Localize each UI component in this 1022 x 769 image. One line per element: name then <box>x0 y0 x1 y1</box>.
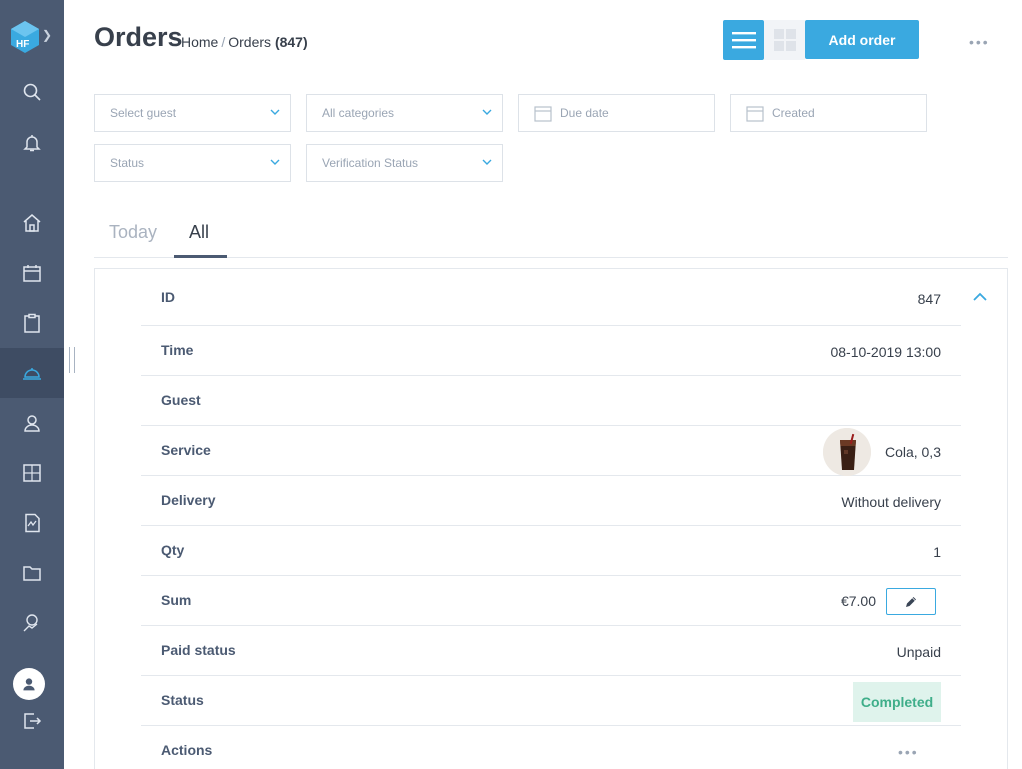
cloche-icon <box>23 368 41 380</box>
avatar-icon <box>23 678 35 691</box>
breadcrumb-separator: / <box>221 34 226 50</box>
order-row-status: Status <box>141 676 961 726</box>
chevron-down-icon <box>270 109 280 115</box>
status-select[interactable]: Status <box>94 144 291 182</box>
row-label: Sum <box>161 592 192 608</box>
grid-view-toggle[interactable] <box>764 20 805 60</box>
calendar-icon <box>746 105 764 122</box>
order-id-value: 847 <box>917 291 941 307</box>
report-icon <box>25 513 40 533</box>
tabs-divider <box>94 257 1008 258</box>
row-label: Service <box>161 442 211 458</box>
list-icon <box>731 32 756 49</box>
sidebar-item-finance[interactable] <box>0 598 64 648</box>
row-label: Paid status <box>161 642 236 658</box>
guest-select-placeholder: Select guest <box>110 106 177 120</box>
order-sum-value: €7.00 <box>840 593 876 609</box>
sidebar-item-orders[interactable] <box>0 348 64 398</box>
money-chart-icon <box>23 614 38 632</box>
sidebar-item-guests[interactable] <box>0 398 64 448</box>
order-qty-value: 1 <box>933 544 941 560</box>
order-paid-status-value: Unpaid <box>896 644 941 660</box>
order-row-delivery: Delivery Without delivery <box>141 476 961 526</box>
status-badge: Completed <box>853 682 941 722</box>
sidebar-item-tasks[interactable] <box>0 298 64 348</box>
order-row-actions: Actions <box>141 726 961 769</box>
active-tab-indicator <box>174 255 227 258</box>
search-icon <box>23 83 41 101</box>
bell-icon <box>23 135 41 152</box>
order-delivery-value: Without delivery <box>841 494 941 510</box>
status-select-placeholder: Status <box>110 156 145 170</box>
order-actions-button[interactable]: ••• <box>898 744 919 760</box>
order-service-value: Cola, 0,3 <box>884 444 941 460</box>
home-icon <box>23 214 41 232</box>
due-date-placeholder: Due date <box>560 106 609 120</box>
folder-icon <box>23 566 41 581</box>
grid-icon <box>773 29 796 51</box>
chevron-right-icon[interactable]: ❯ <box>42 28 52 42</box>
sidebar-collapse-handle[interactable] <box>69 347 75 373</box>
pencil-icon <box>906 596 916 607</box>
sidebar-item-search[interactable] <box>0 67 64 117</box>
order-row-time: Time 08-10-2019 13:00 <box>141 326 961 376</box>
tab-today[interactable]: Today <box>109 222 157 243</box>
calendar-icon <box>534 105 552 122</box>
chevron-up-icon[interactable] <box>972 292 988 302</box>
row-label: Status <box>161 692 204 708</box>
sidebar-item-calendar[interactable] <box>0 248 64 298</box>
page-title: Orders <box>94 22 183 52</box>
row-label: Qty <box>161 542 185 558</box>
logo-icon[interactable]: HF <box>10 20 40 54</box>
order-row-paid-status: Paid status Unpaid <box>141 626 961 676</box>
clipboard-icon <box>24 313 40 333</box>
calendar-icon <box>23 265 41 282</box>
sidebar-item-notifications[interactable] <box>0 118 64 168</box>
user-icon <box>24 415 40 432</box>
chevron-down-icon <box>270 159 280 165</box>
sidebar-item-reports[interactable] <box>0 498 64 548</box>
sidebar-item-documents[interactable] <box>0 548 64 598</box>
order-count: (847) <box>274 34 308 50</box>
add-order-button[interactable]: Add order <box>805 20 919 59</box>
list-view-toggle[interactable] <box>723 20 764 60</box>
logo-text: HF <box>16 39 29 50</box>
more-options-button[interactable]: ••• <box>969 34 990 50</box>
logout-button[interactable] <box>0 696 64 746</box>
edit-sum-button[interactable] <box>886 588 936 615</box>
verification-status-select[interactable]: Verification Status <box>306 144 503 182</box>
row-label: Actions <box>161 742 213 758</box>
sidebar-item-accounting[interactable] <box>0 448 64 498</box>
order-row-guest: Guest <box>141 376 961 426</box>
categories-select-value: All categories <box>322 106 395 120</box>
row-label: Delivery <box>161 492 216 508</box>
calculator-icon <box>23 464 41 482</box>
breadcrumb: Home / Orders (847) <box>181 34 308 50</box>
order-row-id: ID 847 <box>141 276 961 326</box>
order-time-value: 08-10-2019 13:00 <box>830 344 941 360</box>
categories-select[interactable]: All categories <box>306 94 503 132</box>
chevron-down-icon <box>482 159 492 165</box>
created-date-field[interactable]: Created <box>730 94 927 132</box>
order-row-sum: Sum €7.00 <box>141 576 961 626</box>
chevron-down-icon <box>482 109 492 115</box>
row-label: Time <box>161 342 194 358</box>
sidebar: HF ❯ <box>0 0 64 769</box>
row-label: ID <box>161 289 175 305</box>
logout-icon <box>24 713 42 729</box>
service-image <box>823 428 871 476</box>
created-placeholder: Created <box>772 106 815 120</box>
sidebar-item-home[interactable] <box>0 198 64 248</box>
row-label: Guest <box>161 392 201 408</box>
guest-select[interactable]: Select guest <box>94 94 291 132</box>
verification-status-placeholder: Verification Status <box>322 156 419 170</box>
tab-all[interactable]: All <box>189 222 209 243</box>
breadcrumb-current: Orders <box>228 34 272 50</box>
due-date-field[interactable]: Due date <box>518 94 715 132</box>
breadcrumb-home[interactable]: Home <box>181 34 218 50</box>
order-row-qty: Qty 1 <box>141 526 961 576</box>
